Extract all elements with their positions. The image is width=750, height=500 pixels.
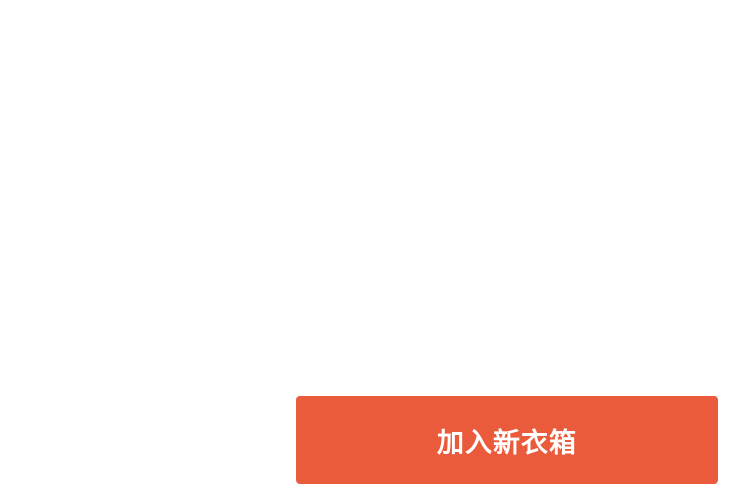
screen: 加入新衣箱 xyxy=(0,0,750,500)
empty-content-area xyxy=(0,0,750,380)
add-to-new-box-button[interactable]: 加入新衣箱 xyxy=(296,396,718,484)
